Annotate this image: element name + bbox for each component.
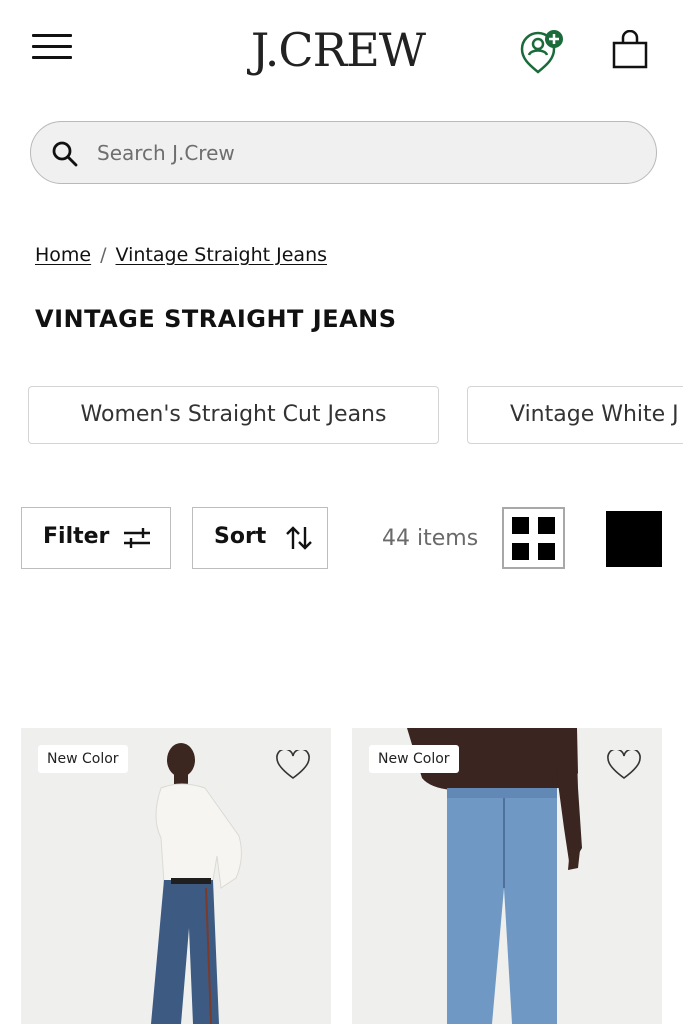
new-color-badge: New Color [369, 745, 459, 773]
account-add-icon[interactable] [518, 28, 568, 76]
page-title: VINTAGE STRAIGHT JEANS [35, 305, 397, 333]
grid-view-icon[interactable] [502, 507, 565, 569]
sort-label: Sort [214, 524, 267, 549]
shopping-bag-icon[interactable] [610, 29, 650, 70]
chip-womens-straight-cut-jeans[interactable]: Women's Straight Cut Jeans [28, 386, 439, 444]
product-card[interactable]: New Color [21, 728, 331, 1024]
breadcrumb-current-link[interactable]: Vintage Straight Jeans [116, 244, 328, 266]
hamburger-menu-icon[interactable] [32, 34, 72, 62]
search-icon[interactable] [51, 140, 79, 168]
filter-button[interactable]: Filter [21, 507, 171, 569]
heart-outline-icon[interactable] [276, 750, 310, 780]
breadcrumb-separator: / [100, 244, 107, 266]
search-bar[interactable] [30, 121, 657, 184]
site-header: J.CREW [0, 0, 683, 100]
sort-arrows-icon [286, 526, 312, 550]
search-input[interactable] [97, 134, 617, 172]
sort-button[interactable]: Sort [192, 507, 328, 569]
filter-sliders-icon [124, 528, 150, 548]
product-card[interactable]: New Color [352, 728, 662, 1024]
breadcrumb-home-link[interactable]: Home [35, 244, 91, 266]
chip-vintage-white[interactable]: Vintage White J [467, 386, 683, 444]
jcrew-logo[interactable]: J.CREW [238, 22, 438, 78]
new-color-badge: New Color [38, 745, 128, 773]
breadcrumb: Home / Vintage Straight Jeans [35, 244, 327, 266]
heart-outline-icon[interactable] [607, 750, 641, 780]
filter-label: Filter [43, 524, 110, 549]
single-view-icon[interactable] [606, 511, 662, 567]
category-chips: Women's Straight Cut Jeans Vintage White… [28, 386, 683, 446]
item-count: 44 items [382, 526, 479, 551]
